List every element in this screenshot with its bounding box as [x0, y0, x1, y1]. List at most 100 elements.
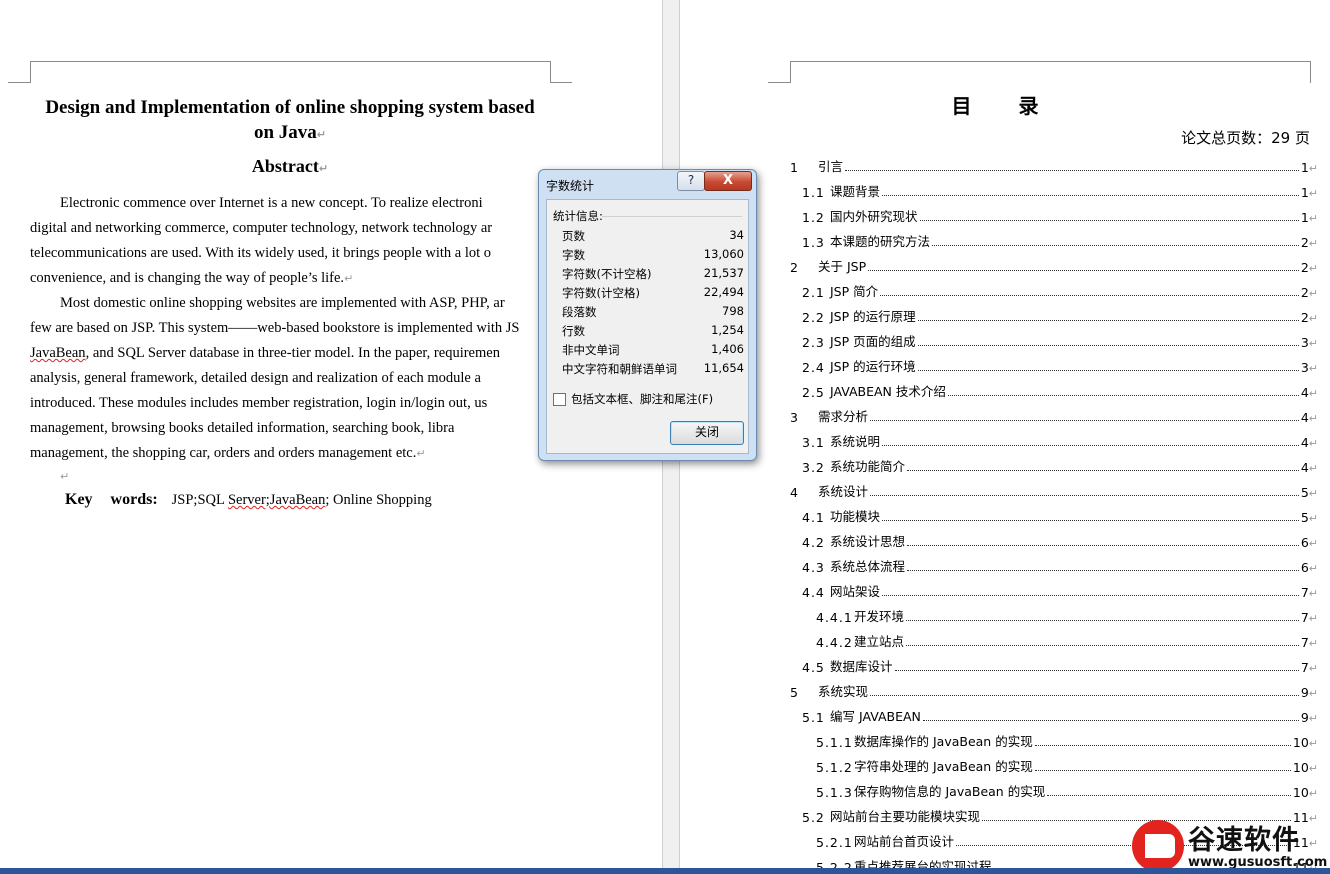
stat-value: 34	[729, 228, 744, 242]
toc-entry[interactable]: 2.4 JSP 的运行环境 3 ↵	[680, 350, 1330, 375]
toc-entry[interactable]: 3.2 系统功能简介 4 ↵	[680, 450, 1330, 475]
toc-entry-title: 系统说明	[830, 434, 881, 449]
toc-entry[interactable]: 5.1.3 保存购物信息的 JavaBean 的实现 10 ↵	[680, 775, 1330, 800]
toc-entry[interactable]: 1.3 本课题的研究方法 2 ↵	[680, 225, 1330, 250]
toc-entry-title: 系统功能简介	[830, 459, 906, 474]
keywords-value: JSP;SQL Server;JavaBean; Online Shopping	[171, 492, 432, 508]
toc-entry[interactable]: 4 系统设计 5 ↵	[680, 475, 1330, 500]
toc-entry[interactable]: 5.1 编写 JAVABEAN 9 ↵	[680, 700, 1330, 725]
header-line	[790, 61, 1310, 62]
toc-entry[interactable]: 4.3 系统总体流程 6 ↵	[680, 550, 1330, 575]
toc-entry[interactable]: 2.5 JAVABEAN 技术介绍 4 ↵	[680, 375, 1330, 400]
stat-row: 行数 1,254	[562, 323, 744, 342]
toc-entry-title: 系统总体流程	[830, 559, 906, 574]
toc-entry[interactable]: 4.4.1 开发环境 7 ↵	[680, 600, 1330, 625]
stat-label: 中文字符和朝鲜语单词	[562, 362, 677, 376]
stat-row: 字符数(计空格) 22,494	[562, 285, 744, 304]
help-button[interactable]: ?	[677, 171, 705, 191]
toc-entry-title: 数据库操作的 JavaBean 的实现	[854, 734, 1033, 749]
paragraph-mark: ↵	[416, 447, 426, 460]
paragraph-mark: ↵	[1308, 412, 1318, 425]
include-textboxes-checkbox[interactable]	[553, 392, 566, 406]
toc-entry[interactable]: 1 引言 1 ↵	[680, 150, 1330, 175]
header-line	[30, 61, 550, 62]
stat-label: 字符数(不计空格)	[562, 267, 652, 281]
toc-leader-dots	[1034, 770, 1291, 771]
toc-entry-page: 6	[1300, 560, 1309, 575]
toc-entry-title: 引言	[818, 159, 844, 174]
toc-entry-number: 5.2	[802, 810, 825, 825]
paragraph-mark: ↵	[1308, 287, 1318, 300]
paragraph-mark: ↵	[1308, 687, 1318, 700]
toc-entry[interactable]: 4.4 网站架设 7 ↵	[680, 575, 1330, 600]
toc-entry[interactable]: 3.1 系统说明 4 ↵	[680, 425, 1330, 450]
toc-entry-title: 系统设计思想	[830, 534, 906, 549]
toc-entry[interactable]: 5.1.1 数据库操作的 JavaBean 的实现 10 ↵	[680, 725, 1330, 750]
crop-mark	[790, 61, 791, 83]
empty-paragraph-mark: ↵	[60, 470, 70, 483]
word-count-dialog[interactable]: 字数统计 ? X 统计信息: 页数 34 字数 13,060 字符数(不计空格) 21,5…	[538, 169, 757, 461]
toc-entry[interactable]: 2.3 JSP 页面的组成 3 ↵	[680, 325, 1330, 350]
toc-entry-title: 编写 JAVABEAN	[830, 709, 921, 724]
toc-entry-number: 1.3	[802, 235, 825, 250]
paragraph-mark: ↵	[1308, 487, 1318, 500]
toc-leader-dots	[882, 445, 1299, 446]
toc-entry-page: 1	[1300, 185, 1309, 200]
dialog-titlebar[interactable]: 字数统计 ? X	[539, 170, 756, 196]
dialog-close-x-button[interactable]: X	[704, 171, 752, 191]
document-title[interactable]: Design and Implementation of online shop…	[30, 95, 550, 147]
abstract-heading[interactable]: Abstract↵	[30, 156, 550, 177]
close-button[interactable]: 关闭	[670, 421, 744, 445]
toc-entry-title: JAVABEAN 技术介绍	[830, 384, 946, 399]
toc-entry[interactable]: 1.1 课题背景 1 ↵	[680, 175, 1330, 200]
toc-entry[interactable]: 3 需求分析 4 ↵	[680, 400, 1330, 425]
toc-entry[interactable]: 2.2 JSP 的运行原理 2 ↵	[680, 300, 1330, 325]
toc-leader-dots	[868, 270, 1299, 271]
toc-entry[interactable]: 1.2 国内外研究现状 1 ↵	[680, 200, 1330, 225]
paragraph-mark: ↵	[1308, 787, 1318, 800]
toc-leader-dots	[1047, 795, 1291, 796]
stat-row: 页数 34	[562, 228, 744, 247]
toc-entry[interactable]: 5.1.2 字符串处理的 JavaBean 的实现 10 ↵	[680, 750, 1330, 775]
toc-entry-title: JSP 的运行原理	[830, 309, 916, 324]
toc-entry-number: 4.4.1	[816, 610, 853, 625]
paragraph-mark: ↵	[1308, 662, 1318, 675]
toc-entry-page: 4	[1300, 435, 1309, 450]
toc-entry-number: 2.1	[802, 285, 825, 300]
toc-entry-number: 4	[790, 485, 799, 500]
toc-heading[interactable]: 目 录	[680, 90, 1330, 119]
toc-entry-page: 2	[1300, 285, 1309, 300]
toc-entry-title: 建立站点	[854, 634, 905, 649]
toc-entry-page: 5	[1300, 510, 1309, 525]
crop-mark	[30, 61, 31, 83]
toc-entry[interactable]: 4.1 功能模块 5 ↵	[680, 500, 1330, 525]
toc-entry-page: 9	[1300, 710, 1309, 725]
stat-value: 21,537	[703, 266, 744, 280]
stat-value: 798	[722, 304, 744, 318]
toc-entry-title: 字符串处理的 JavaBean 的实现	[854, 759, 1033, 774]
toc-entry[interactable]: 2 关于 JSP 2 ↵	[680, 250, 1330, 275]
document-page-right[interactable]: 目 录 论文总页数：29 页 1 引言 1 ↵ 1.1 课题背景 1 ↵ 1.2 国内外研究现状 1…	[680, 0, 1330, 874]
crop-mark	[550, 61, 551, 83]
abstract-heading-text: Abstract	[251, 156, 319, 176]
toc-entry[interactable]: 5 系统实现 9 ↵	[680, 675, 1330, 700]
toc-entry-page: 9	[1300, 685, 1309, 700]
toc-entry[interactable]: 4.5 数据库设计 7 ↵	[680, 650, 1330, 675]
stat-row: 字符数(不计空格) 21,537	[562, 266, 744, 285]
toc-entry[interactable]: 4.2 系统设计思想 6 ↵	[680, 525, 1330, 550]
total-page-count[interactable]: 论文总页数：29 页	[1181, 127, 1310, 148]
toc-entry-page: 4	[1300, 385, 1309, 400]
include-textboxes-option[interactable]: 包括文本框、脚注和尾注(F)	[553, 391, 713, 407]
toc-entry[interactable]: 4.4.2 建立站点 7 ↵	[680, 625, 1330, 650]
toc-entry-title: 网站架设	[830, 584, 881, 599]
dialog-body: 统计信息: 页数 34 字数 13,060 字符数(不计空格) 21,537 字符数(计空格…	[546, 199, 749, 454]
paragraph-mark: ↵	[1308, 587, 1318, 600]
paragraph-mark: ↵	[1308, 437, 1318, 450]
stat-label: 页数	[562, 229, 585, 243]
paragraph-mark: ↵	[1308, 612, 1318, 625]
dialog-title: 字数统计	[546, 179, 595, 193]
keywords-line[interactable]: Key words: JSP;SQL Server;JavaBean; Onlin…	[65, 491, 432, 509]
toc-entry-page: 10	[1292, 735, 1309, 750]
close-icon: X	[722, 173, 734, 188]
toc-entry[interactable]: 2.1 JSP 简介 2 ↵	[680, 275, 1330, 300]
